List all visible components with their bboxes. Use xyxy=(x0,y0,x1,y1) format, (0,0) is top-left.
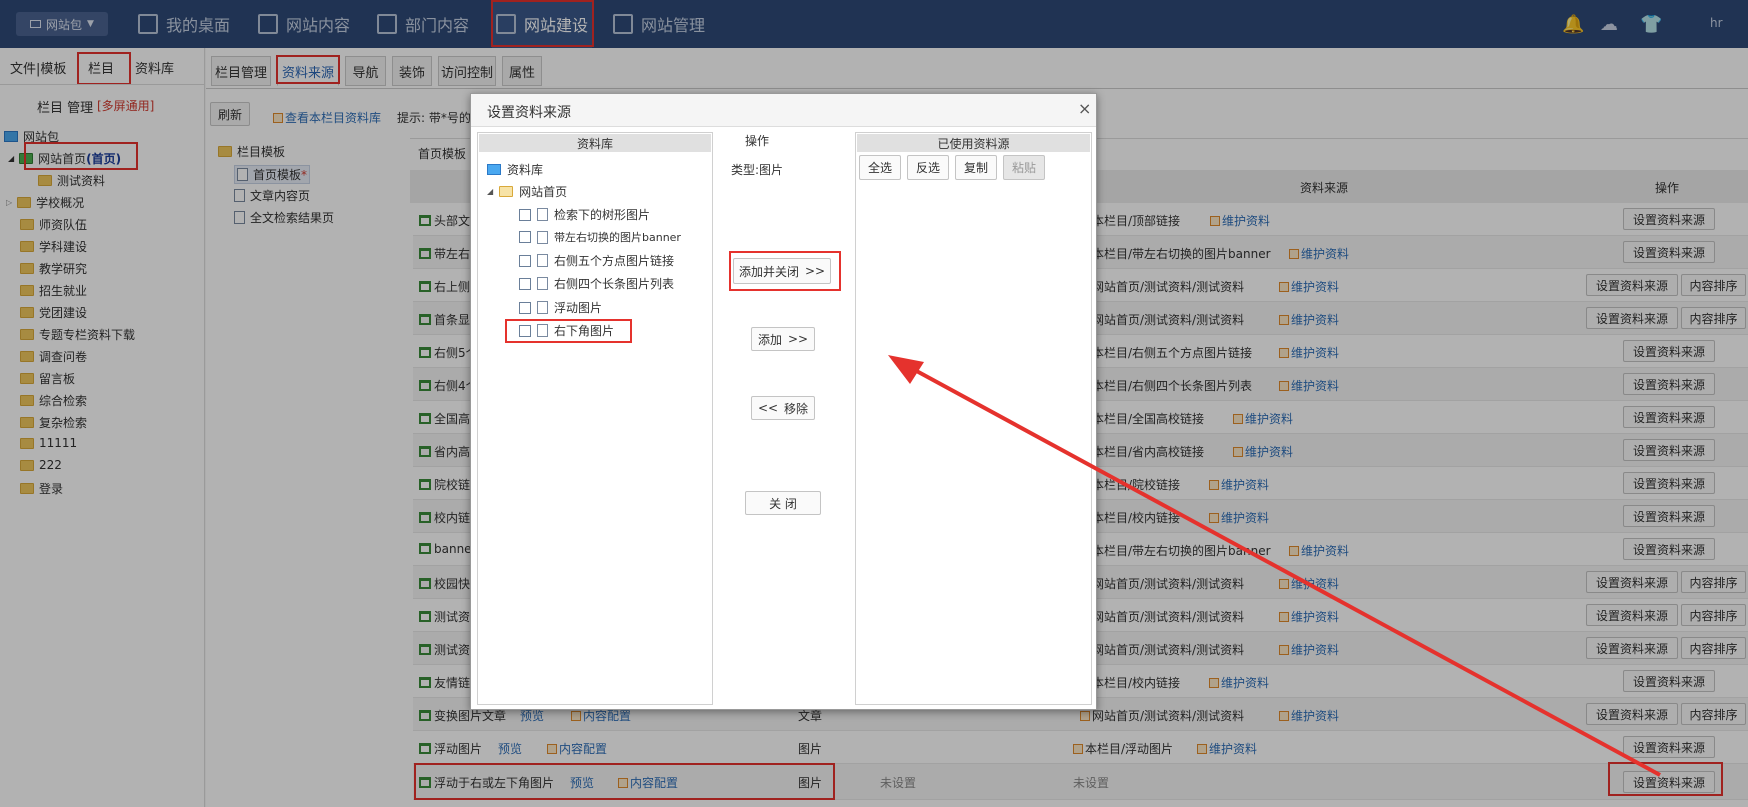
remove-label: 移除 xyxy=(784,401,809,416)
add-and-close-button[interactable]: 添加并关闭 >> xyxy=(733,258,831,284)
remove-button[interactable]: << 移除 xyxy=(751,396,815,420)
page-icon xyxy=(537,324,548,337)
dialog-title: 设置资料来源 xyxy=(487,105,571,121)
invert-selection-button[interactable]: 反选 xyxy=(907,155,949,180)
library-item-label: 带左右切换的图片banner xyxy=(554,231,681,244)
ops-column-header: 操作 xyxy=(744,134,769,148)
double-right-icon: >> xyxy=(787,332,809,346)
type-label: 类型:图片 xyxy=(730,163,784,177)
checkbox[interactable] xyxy=(519,208,531,221)
add-and-close-label: 添加并关闭 xyxy=(738,264,799,279)
page-icon xyxy=(537,254,548,267)
library-root[interactable]: 资料库 xyxy=(487,161,543,178)
page-icon xyxy=(537,230,548,244)
paste-button[interactable]: 粘贴 xyxy=(1003,155,1045,180)
checkbox[interactable] xyxy=(519,231,531,243)
checkbox[interactable] xyxy=(519,254,531,267)
library-item[interactable]: 检索下的树形图片 xyxy=(519,206,650,223)
checkbox[interactable] xyxy=(519,301,531,314)
used-sources-panel xyxy=(855,132,1092,705)
expanded-arrow-icon: ◢ xyxy=(487,187,494,196)
page-icon xyxy=(537,277,548,290)
library-item-label: 右侧四个长条图片列表 xyxy=(554,277,675,291)
add-button[interactable]: 添加 >> xyxy=(751,327,815,351)
library-item-label: 右侧五个方点图片链接 xyxy=(554,254,675,268)
library-item-label: 检索下的树形图片 xyxy=(554,208,651,222)
library-item[interactable]: 右侧四个长条图片列表 xyxy=(519,275,674,292)
library-item[interactable]: 浮动图片 xyxy=(519,299,602,316)
used-sources-header: 已使用资料源 xyxy=(857,134,1090,152)
page-icon xyxy=(537,301,548,314)
library-item-label: 右下角图片 xyxy=(554,324,615,338)
library-item-selected[interactable]: 右下角图片 xyxy=(519,322,614,339)
library-column-header: 资料库 xyxy=(479,134,711,152)
folder-icon xyxy=(499,186,514,197)
library-item-label: 浮动图片 xyxy=(554,301,603,315)
library-item[interactable]: 带左右切换的图片banner xyxy=(519,229,681,245)
copy-button[interactable]: 复制 xyxy=(955,155,997,180)
library-site-home[interactable]: ◢ 网站首页 xyxy=(487,183,567,200)
select-all-button[interactable]: 全选 xyxy=(859,155,901,180)
double-right-icon: >> xyxy=(804,264,826,278)
library-root-label: 资料库 xyxy=(507,163,544,177)
close-icon[interactable]: × xyxy=(1078,99,1091,118)
double-left-icon: << xyxy=(757,401,779,415)
monitor-icon xyxy=(487,164,501,175)
library-item[interactable]: 右侧五个方点图片链接 xyxy=(519,252,674,269)
checkbox[interactable] xyxy=(519,324,531,337)
library-site-label: 网站首页 xyxy=(519,185,568,199)
page-icon xyxy=(537,208,548,221)
add-label: 添加 xyxy=(757,332,782,347)
checkbox[interactable] xyxy=(519,277,531,290)
close-button[interactable]: 关 闭 xyxy=(745,491,821,515)
set-source-dialog: 设置资料来源 × 资料库 资料库 ◢ 网站首页 检索下的树形图片 带左右切换的图片… xyxy=(470,93,1097,710)
